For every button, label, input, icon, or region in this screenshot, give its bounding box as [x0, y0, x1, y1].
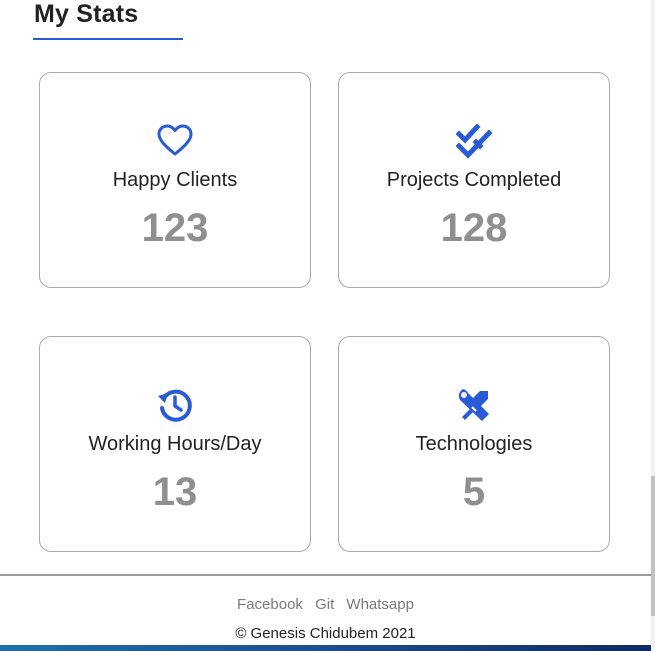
- double-check-icon: [456, 123, 492, 159]
- stat-card-working-hours: Working Hours/Day 13: [39, 336, 311, 552]
- copyright-text: © Genesis Chidubem 2021: [235, 625, 416, 642]
- section-title: My Stats: [34, 0, 139, 28]
- heart-icon: [157, 123, 193, 159]
- stat-label: Technologies: [415, 433, 533, 455]
- stat-value: 128: [440, 206, 508, 250]
- footer-links: Facebook Git Whatsapp: [0, 596, 651, 613]
- stat-value: 13: [152, 470, 198, 514]
- bottom-accent-bar: [0, 645, 655, 651]
- tools-icon: [456, 387, 492, 423]
- stat-label: Happy Clients: [112, 169, 238, 191]
- stat-label: Working Hours/Day: [88, 433, 262, 455]
- section-title-underline: [33, 38, 183, 40]
- facebook-link[interactable]: Facebook: [237, 596, 303, 613]
- page: My Stats Happy Clients 123 Projects Comp…: [0, 0, 655, 651]
- footer-divider: [0, 574, 651, 576]
- stat-card-happy-clients: Happy Clients 123: [39, 72, 311, 288]
- stat-label: Projects Completed: [386, 169, 562, 191]
- stat-value: 123: [141, 206, 209, 250]
- history-icon: [157, 387, 193, 423]
- whatsapp-link[interactable]: Whatsapp: [346, 596, 414, 613]
- scrollbar-thumb[interactable]: [651, 476, 655, 616]
- stat-value: 5: [462, 470, 486, 514]
- stat-card-technologies: Technologies 5: [338, 336, 610, 552]
- git-link[interactable]: Git: [315, 596, 334, 613]
- stat-card-projects-completed: Projects Completed 128: [338, 72, 610, 288]
